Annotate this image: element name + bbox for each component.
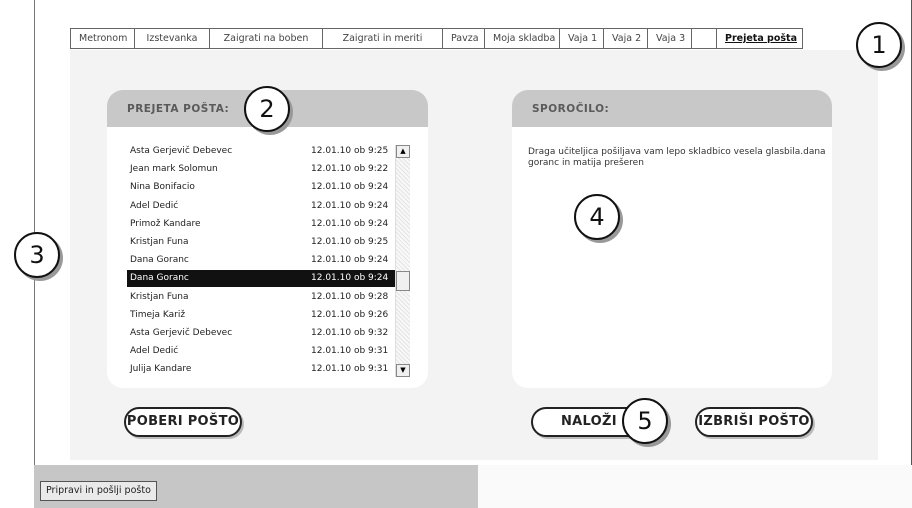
list-scrollbar[interactable]: ▲ ▼ <box>395 145 410 377</box>
message-sender: Jean mark Solomun <box>130 164 218 175</box>
message-date: 12.01.10 ob 9:32 <box>311 328 389 338</box>
message-row[interactable]: Kristjan Funa 12.01.10 ob 9:25 <box>127 234 395 251</box>
message-row[interactable]: Nina Bonifacio 12.01.10 ob 9:24 <box>127 179 395 196</box>
callout-2: 2 <box>244 86 290 132</box>
message-row[interactable]: Dana Goranc 12.01.10 ob 9:24 <box>127 252 395 269</box>
message-date: 12.01.10 ob 9:24 <box>311 273 389 284</box>
message-sender: Asta Gerjevič Debevec <box>130 328 233 338</box>
arrow-up-icon[interactable]: ▲ <box>396 145 410 158</box>
message-sender: Nina Bonifacio <box>130 182 195 193</box>
message-row[interactable]: Dana Goranc 12.01.10 ob 9:24 <box>127 270 395 288</box>
message-date: 12.01.10 ob 9:31 <box>311 346 389 357</box>
message-row[interactable]: Adel Dedić 12.01.10 ob 9:24 <box>127 198 395 215</box>
message-row[interactable]: Asta Gerjevič Debevec 12.01.10 ob 9:25 <box>127 143 395 160</box>
message-sender: Timeja Kariž <box>130 309 186 320</box>
content-area: PREJETA POŠTA: Asta Gerjevič Debevec 12.0… <box>70 50 878 460</box>
inbox-panel: PREJETA POŠTA: Asta Gerjevič Debevec 12.0… <box>107 90 428 388</box>
message-sender: Julija Kandare <box>130 364 192 375</box>
message-date: 12.01.10 ob 9:28 <box>311 291 389 302</box>
bottom-bar-right <box>478 465 912 508</box>
compose-mail-button[interactable]: Pripravi in pošlji pošto <box>40 481 157 501</box>
tab-moja-skladba[interactable]: Moja skladba <box>485 29 560 48</box>
tab-vaja-2[interactable]: Vaja 2 <box>604 29 648 48</box>
callout-3: 3 <box>14 232 60 278</box>
callout-1: 1 <box>856 22 902 68</box>
message-date: 12.01.10 ob 9:24 <box>311 255 389 266</box>
message-row[interactable]: Adel Dedić 12.01.10 ob 9:31 <box>127 343 395 360</box>
message-date: 12.01.10 ob 9:25 <box>311 146 389 156</box>
delete-mail-button[interactable]: IZBRIŠI POŠTO <box>695 407 813 437</box>
message-date: 12.01.10 ob 9:31 <box>311 364 389 375</box>
message-sender: Dana Goranc <box>130 273 189 284</box>
message-sender: Kristjan Funa <box>130 291 189 302</box>
message-sender: Kristjan Funa <box>130 237 189 247</box>
message-sender: Adel Dedić <box>130 200 179 211</box>
scroll-thumb[interactable] <box>396 271 410 291</box>
message-row[interactable]: Primož Kandare 12.01.10 ob 9:24 <box>127 216 395 233</box>
arrow-down-icon[interactable]: ▼ <box>396 364 410 377</box>
message-row[interactable]: Julija Kandare 12.01.10 ob 9:31 <box>127 361 395 378</box>
tab-pavza[interactable]: Pavza <box>443 29 485 48</box>
fetch-mail-button[interactable]: POBERI POŠTO <box>124 407 242 437</box>
tab-vaja-1[interactable]: Vaja 1 <box>560 29 604 48</box>
message-panel: SPOROČILO: Draga učiteljica pošiljava va… <box>512 90 832 388</box>
tab-zaigrati-na-boben[interactable]: Zaigrati na boben <box>210 29 323 48</box>
message-date: 12.01.10 ob 9:26 <box>311 309 389 320</box>
tab-zaigrati-in-meriti[interactable]: Zaigrati in meriti <box>323 29 443 48</box>
message-body: Draga učiteljica pošiljava vam lepo skla… <box>528 147 826 168</box>
callout-5: 5 <box>622 398 668 444</box>
message-list: Asta Gerjevič Debevec 12.01.10 ob 9:25 Jea… <box>127 143 417 378</box>
tab-bar: Metronom Izstevanka Zaigrati na boben Za… <box>70 28 803 49</box>
message-row[interactable]: Kristjan Funa 12.01.10 ob 9:28 <box>127 289 395 306</box>
message-date: 12.01.10 ob 9:25 <box>311 237 389 247</box>
tab-vaja-3[interactable]: Vaja 3 <box>648 29 692 48</box>
message-date: 12.01.10 ob 9:24 <box>311 218 389 229</box>
tab-izstevanka[interactable]: Izstevanka <box>135 29 210 48</box>
message-date: 12.01.10 ob 9:24 <box>311 182 389 193</box>
tab-prejeta-posta[interactable]: Prejeta pošta <box>716 29 802 48</box>
message-sender: Asta Gerjevič Debevec <box>130 146 233 156</box>
tab-metronom[interactable]: Metronom <box>71 29 135 48</box>
message-row[interactable]: Asta Gerjevič Debevec 12.01.10 ob 9:32 <box>127 325 395 342</box>
message-date: 12.01.10 ob 9:24 <box>311 200 389 211</box>
message-title: SPOROČILO: <box>512 90 832 127</box>
message-row[interactable]: Timeja Kariž 12.01.10 ob 9:26 <box>127 307 395 324</box>
callout-4: 4 <box>574 194 620 240</box>
message-sender: Adel Dedić <box>130 346 179 357</box>
message-date: 12.01.10 ob 9:22 <box>311 164 389 175</box>
message-row[interactable]: Jean mark Solomun 12.01.10 ob 9:22 <box>127 161 395 178</box>
message-sender: Primož Kandare <box>130 218 201 229</box>
message-sender: Dana Goranc <box>130 255 189 266</box>
